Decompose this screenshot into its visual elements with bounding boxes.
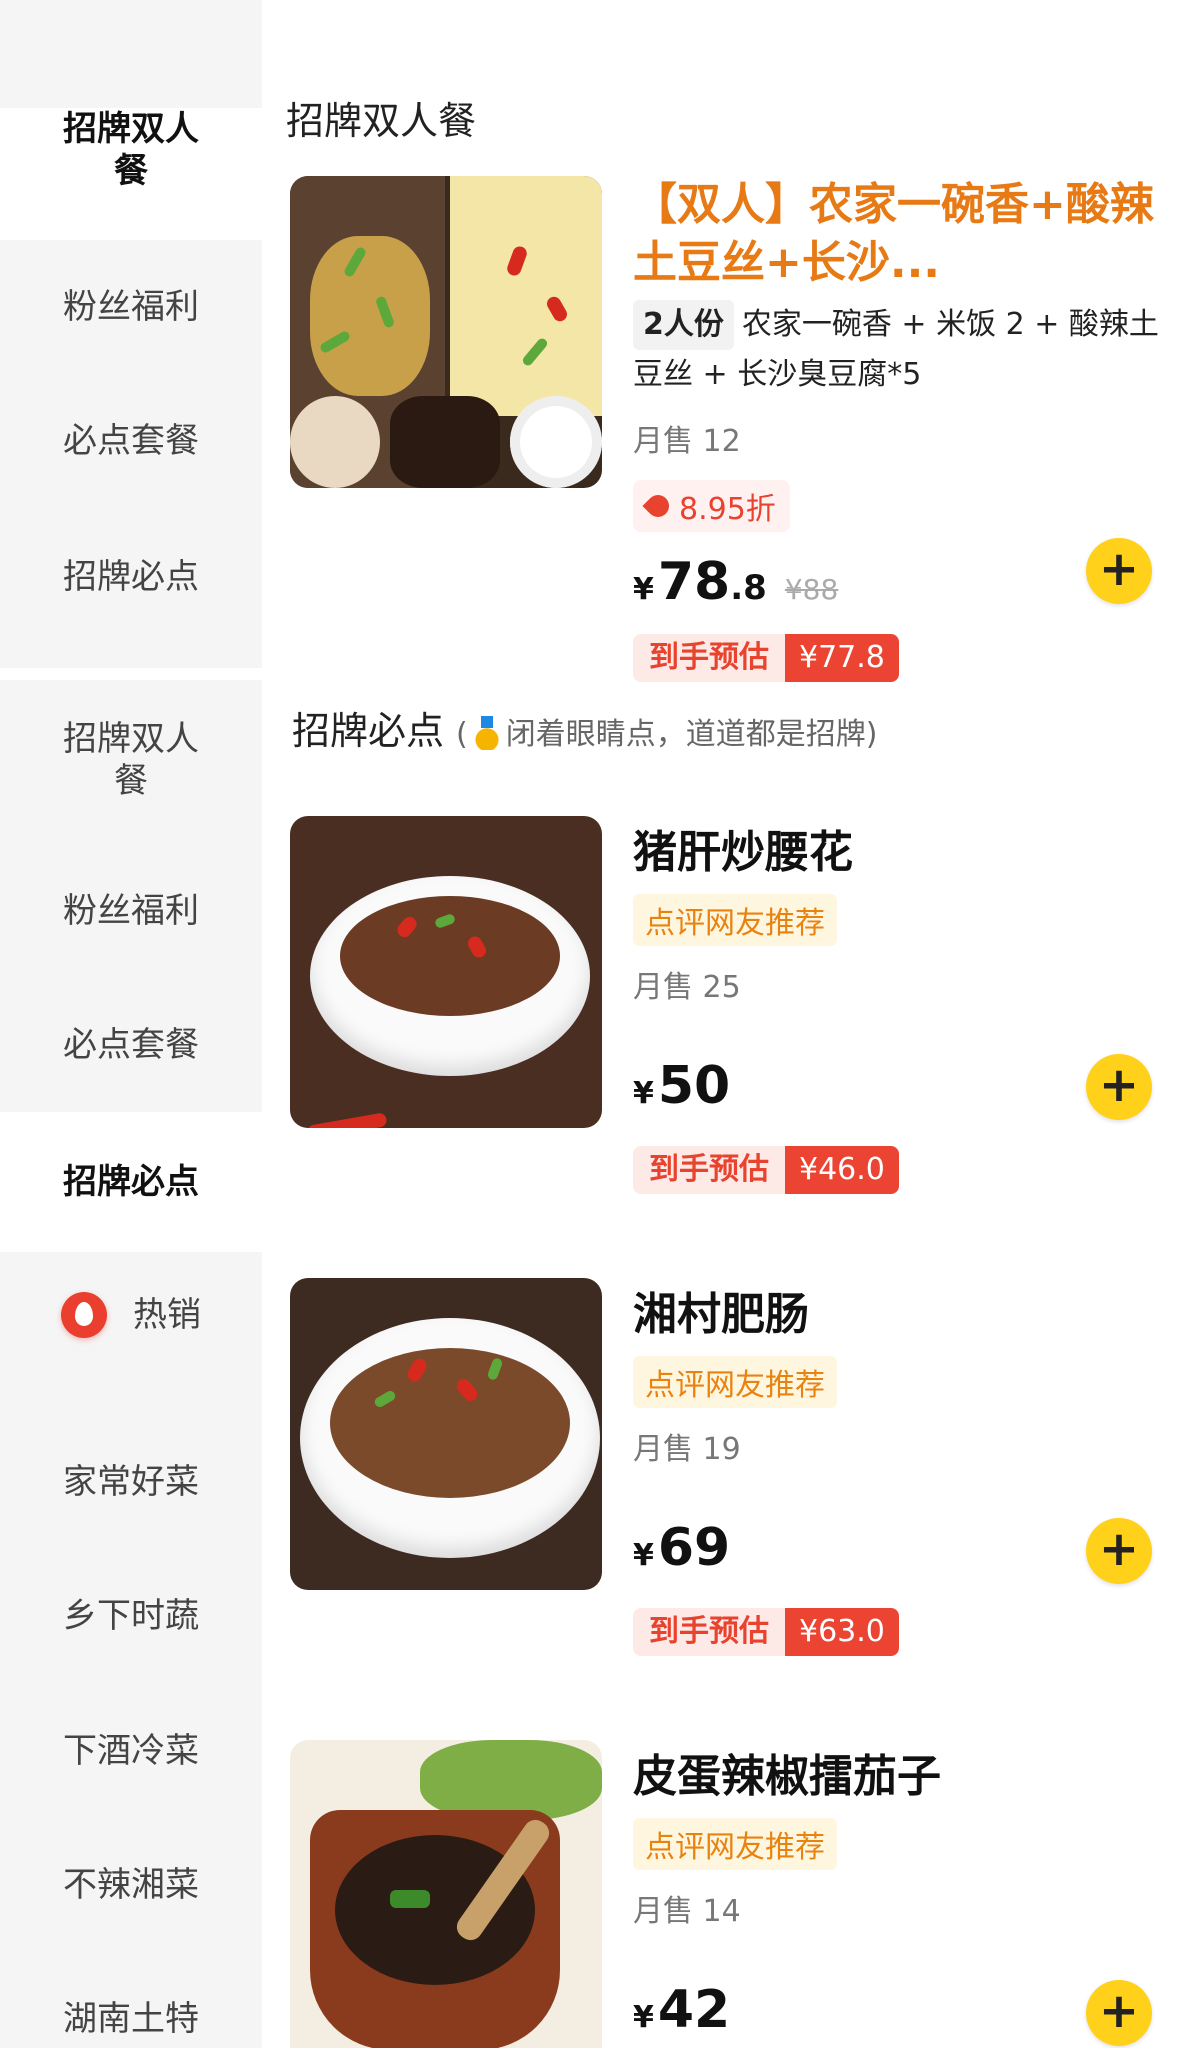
sidebar-item-label: 招牌必点 xyxy=(63,1162,199,1202)
sidebar-item-label: 必点套餐 xyxy=(63,421,199,461)
combo-photo xyxy=(290,176,602,488)
sidebar-item-label: 下酒冷菜 xyxy=(63,1731,199,1771)
estimated-price-badge: 到手预估 ¥63.0 xyxy=(633,1608,899,1656)
product-photo xyxy=(290,816,602,1128)
recommend-tag: 点评网友推荐 xyxy=(633,1356,837,1408)
sidebar-item-must-order-set[interactable]: 必点套餐 xyxy=(0,420,262,462)
sidebar-item-label: 招牌双人餐 xyxy=(63,719,199,801)
sidebar-item-label: 家常好菜 xyxy=(63,1462,199,1502)
price-decimal: .8 xyxy=(730,568,767,608)
currency-symbol: ¥ xyxy=(633,572,654,607)
sidebar-item-signature-combo[interactable]: 招牌双人餐 xyxy=(0,108,262,240)
price: 50 xyxy=(657,1056,731,1116)
section-title: 招牌必点 ( 闭着眼睛点，道道都是招牌) xyxy=(292,700,877,755)
sidebar-item-label: 湖南土特 xyxy=(63,1999,199,2039)
subtitle-open-paren: ( xyxy=(456,717,468,752)
sidebar-item-signature-combo[interactable]: 招牌双人餐 xyxy=(0,718,262,802)
sidebar-item-mild-hunan[interactable]: 不辣湘菜 xyxy=(0,1864,262,1906)
product-name: 【双人】农家一碗香+酸辣土豆丝+长沙... xyxy=(633,179,1154,288)
section-title-text: 招牌必点 xyxy=(292,709,445,753)
monthly-sales: 月售 12 xyxy=(633,424,741,459)
currency-symbol: ¥ xyxy=(633,2000,654,2035)
product-photo xyxy=(290,1740,602,2048)
product-name: 湘村肥肠 xyxy=(633,1289,809,1340)
add-to-cart-button[interactable]: + xyxy=(1086,1980,1152,2046)
monthly-sales: 月售 25 xyxy=(633,970,741,1005)
product-card[interactable]: 湘村肥肠 点评网友推荐 月售 19 ¥ 69 到手预估 ¥63.0 + xyxy=(280,1278,1160,1678)
sidebar-item-label: 粉丝福利 xyxy=(63,891,199,931)
sidebar-item-fan-welfare[interactable]: 粉丝福利 xyxy=(0,286,262,328)
sidebar-item-label: 热销 xyxy=(133,1295,201,1335)
product-name: 皮蛋辣椒擂茄子 xyxy=(633,1751,941,1802)
monthly-sales: 月售 14 xyxy=(633,1894,741,1929)
add-to-cart-button[interactable]: + xyxy=(1086,1518,1152,1584)
sidebar-item-label: 粉丝福利 xyxy=(63,287,199,327)
sidebar-item-label: 招牌双人餐 xyxy=(63,109,199,191)
sidebar-item-fan-welfare[interactable]: 粉丝福利 xyxy=(0,890,262,932)
product-info: 湘村肥肠 点评网友推荐 月售 19 ¥ 69 到手预估 ¥63.0 xyxy=(633,1278,1160,1656)
currency-symbol: ¥ xyxy=(633,1076,654,1111)
monthly-sales: 月售 19 xyxy=(633,1432,741,1467)
fire-icon xyxy=(61,1292,107,1338)
discount-value: 8.95折 xyxy=(679,492,776,527)
price: 69 xyxy=(657,1518,731,1578)
estimated-price-badge: 到手预估 ¥77.8 xyxy=(633,634,899,682)
price-row: ¥ 78 .8 ¥88 xyxy=(633,552,838,612)
sidebar-item-country-vegetables[interactable]: 乡下时蔬 xyxy=(0,1595,262,1637)
estimated-price: ¥46.0 xyxy=(785,1146,899,1194)
recommend-tag: 点评网友推荐 xyxy=(633,894,837,946)
category-sidebar-bottom: 招牌双人餐 粉丝福利 必点套餐 招牌必点 热销 家常好菜 乡下时蔬 下酒冷菜 不… xyxy=(0,680,262,2048)
price-row: ¥ 42 xyxy=(633,1980,730,2040)
sidebar-item-label: 不辣湘菜 xyxy=(63,1865,199,1905)
sidebar-item-home-dishes[interactable]: 家常好菜 xyxy=(0,1461,262,1503)
recommend-tag: 点评网友推荐 xyxy=(633,1818,837,1870)
price-row: ¥ 69 xyxy=(633,1518,730,1578)
discount-badge: 8.95折 xyxy=(633,480,790,532)
product-info: 猪肝炒腰花 点评网友推荐 月售 25 ¥ 50 到手预估 ¥46.0 xyxy=(633,816,1160,1194)
section-title: 招牌双人餐 xyxy=(286,99,477,143)
price-tag-icon xyxy=(642,490,674,522)
estimated-label: 到手预估 xyxy=(633,634,785,682)
subtitle-text: 闭着眼睛点，道道都是招牌) xyxy=(505,717,878,752)
price: 42 xyxy=(657,1980,731,2040)
combo-info: 【双人】农家一碗香+酸辣土豆丝+长沙... 2人份 农家一碗香 + 米饭 2 + … xyxy=(633,176,1160,682)
sidebar-item-hunan-specialty[interactable]: 湖南土特 xyxy=(0,1998,262,2040)
estimated-price: ¥63.0 xyxy=(785,1608,899,1656)
sidebar-item-label: 乡下时蔬 xyxy=(63,1596,199,1636)
sidebar-item-label: 必点套餐 xyxy=(63,1025,199,1065)
product-name: 猪肝炒腰花 xyxy=(633,827,853,878)
menu-screen: 招牌双人餐 粉丝福利 必点套餐 招牌必点 招牌双人餐 粉丝福利 必点套餐 招牌必… xyxy=(0,0,1197,2048)
medal-icon xyxy=(473,716,500,750)
price: 78 xyxy=(657,552,731,612)
add-to-cart-button[interactable]: + xyxy=(1086,1054,1152,1120)
combo-card[interactable]: 【双人】农家一碗香+酸辣土豆丝+长沙... 2人份 农家一碗香 + 米饭 2 + … xyxy=(280,176,1160,682)
serving-badge: 2人份 xyxy=(633,300,734,350)
category-sidebar-top: 招牌双人餐 粉丝福利 必点套餐 招牌必点 xyxy=(0,0,262,668)
product-photo xyxy=(290,1278,602,1590)
sidebar-item-label: 招牌必点 xyxy=(63,557,199,597)
original-price: ¥88 xyxy=(784,573,839,606)
estimated-label: 到手预估 xyxy=(633,1608,785,1656)
sidebar-item-hot-sales[interactable]: 热销 xyxy=(0,1292,262,1348)
sidebar-item-signature-must[interactable]: 招牌必点 xyxy=(0,556,262,598)
sidebar-item-cold-dishes[interactable]: 下酒冷菜 xyxy=(0,1730,262,1772)
sidebar-item-must-order-set[interactable]: 必点套餐 xyxy=(0,1024,262,1066)
estimated-label: 到手预估 xyxy=(633,1146,785,1194)
product-card[interactable]: 猪肝炒腰花 点评网友推荐 月售 25 ¥ 50 到手预估 ¥46.0 + xyxy=(280,816,1160,1216)
product-card[interactable]: 皮蛋辣椒擂茄子 点评网友推荐 月售 14 ¥ 42 + xyxy=(280,1740,1160,2048)
price-row: ¥ 50 xyxy=(633,1056,730,1116)
estimated-price: ¥77.8 xyxy=(785,634,899,682)
add-to-cart-button[interactable]: + xyxy=(1086,538,1152,604)
sidebar-item-signature-must[interactable]: 招牌必点 xyxy=(0,1112,262,1252)
currency-symbol: ¥ xyxy=(633,1538,654,1573)
section-subtitle: ( 闭着眼睛点，道道都是招牌) xyxy=(456,716,878,752)
combo-description: 2人份 农家一碗香 + 米饭 2 + 酸辣土豆丝 + 长沙臭豆腐*5 xyxy=(633,300,1160,400)
product-info: 皮蛋辣椒擂茄子 点评网友推荐 月售 14 ¥ 42 xyxy=(633,1740,1160,2040)
estimated-price-badge: 到手预估 ¥46.0 xyxy=(633,1146,899,1194)
